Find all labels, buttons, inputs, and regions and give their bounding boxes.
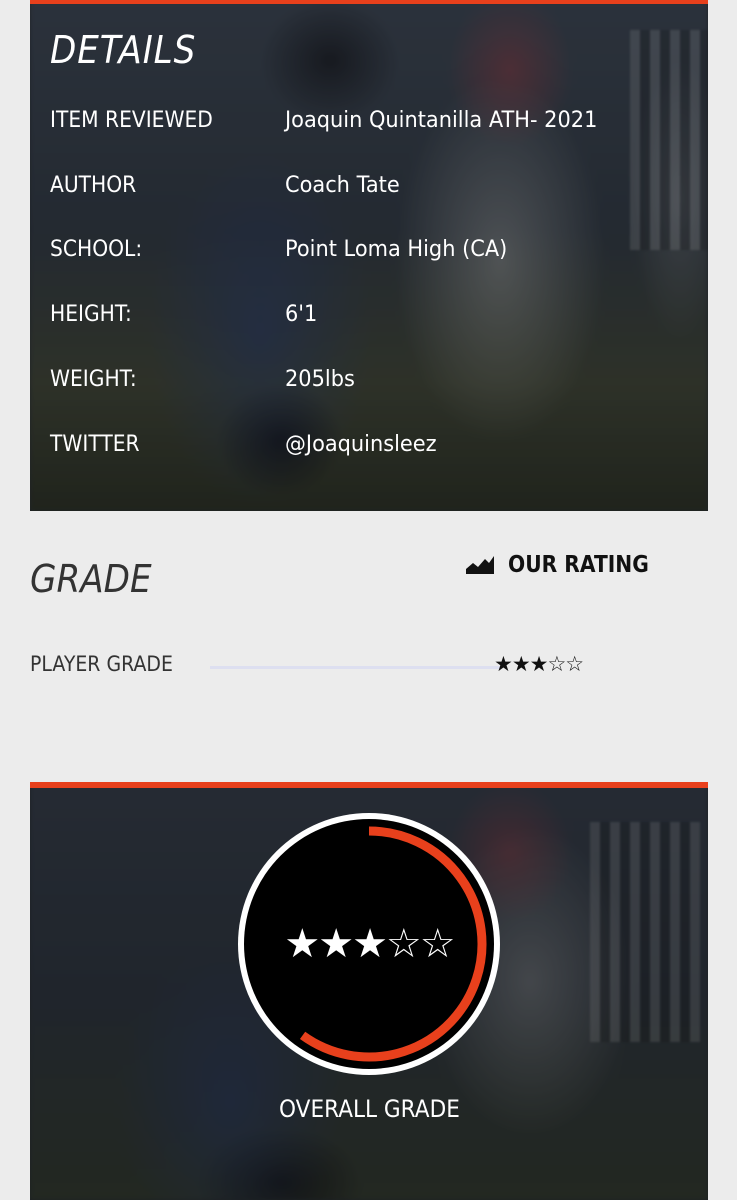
- detail-label: WEIGHT:: [50, 367, 137, 392]
- detail-row-twitter: TWITTER @Joaquinsleez: [50, 432, 690, 462]
- detail-value: 205lbs: [285, 367, 355, 392]
- overall-grade-panel: ★★★☆☆ OVERALL GRADE: [30, 782, 708, 1200]
- twitter-handle-link[interactable]: @Joaquinsleez: [285, 432, 437, 457]
- detail-row-weight: WEIGHT: 205lbs: [50, 367, 690, 397]
- detail-label: TWITTER: [50, 432, 140, 457]
- detail-row-author: AUTHOR Coach Tate: [50, 173, 690, 203]
- our-rating-label: OUR RATING: [508, 552, 649, 578]
- details-panel: DETAILS ITEM REVIEWED Joaquin Quintanill…: [30, 0, 708, 511]
- player-grade-stars: ★★★☆☆: [494, 652, 584, 676]
- detail-row-height: HEIGHT: 6'1: [50, 302, 690, 332]
- accent-bar: [30, 0, 708, 4]
- overall-grade-ring: ★★★☆☆: [235, 810, 503, 1078]
- detail-row-item-reviewed: ITEM REVIEWED Joaquin Quintanilla ATH- 2…: [50, 108, 690, 138]
- detail-label: HEIGHT:: [50, 302, 132, 327]
- overall-grade-label: OVERALL GRADE: [278, 1095, 460, 1123]
- chart-area-icon: [466, 556, 494, 574]
- detail-value: Coach Tate: [285, 173, 400, 198]
- accent-bar: [30, 782, 708, 788]
- player-grade-track: [210, 666, 500, 669]
- detail-row-school: SCHOOL: Point Loma High (CA): [50, 237, 690, 267]
- detail-value: 6'1: [285, 302, 318, 327]
- detail-value: Joaquin Quintanilla ATH- 2021: [285, 108, 598, 133]
- overall-grade-stars: ★★★☆☆: [284, 921, 455, 967]
- details-title: DETAILS: [50, 28, 197, 72]
- our-rating-header: OUR RATING: [466, 548, 668, 582]
- grade-title: GRADE: [30, 557, 152, 601]
- player-grade-label: PLAYER GRADE: [30, 652, 173, 676]
- detail-label: AUTHOR: [50, 173, 137, 198]
- detail-value: Point Loma High (CA): [285, 237, 508, 262]
- detail-label: SCHOOL:: [50, 237, 143, 262]
- detail-label: ITEM REVIEWED: [50, 108, 213, 133]
